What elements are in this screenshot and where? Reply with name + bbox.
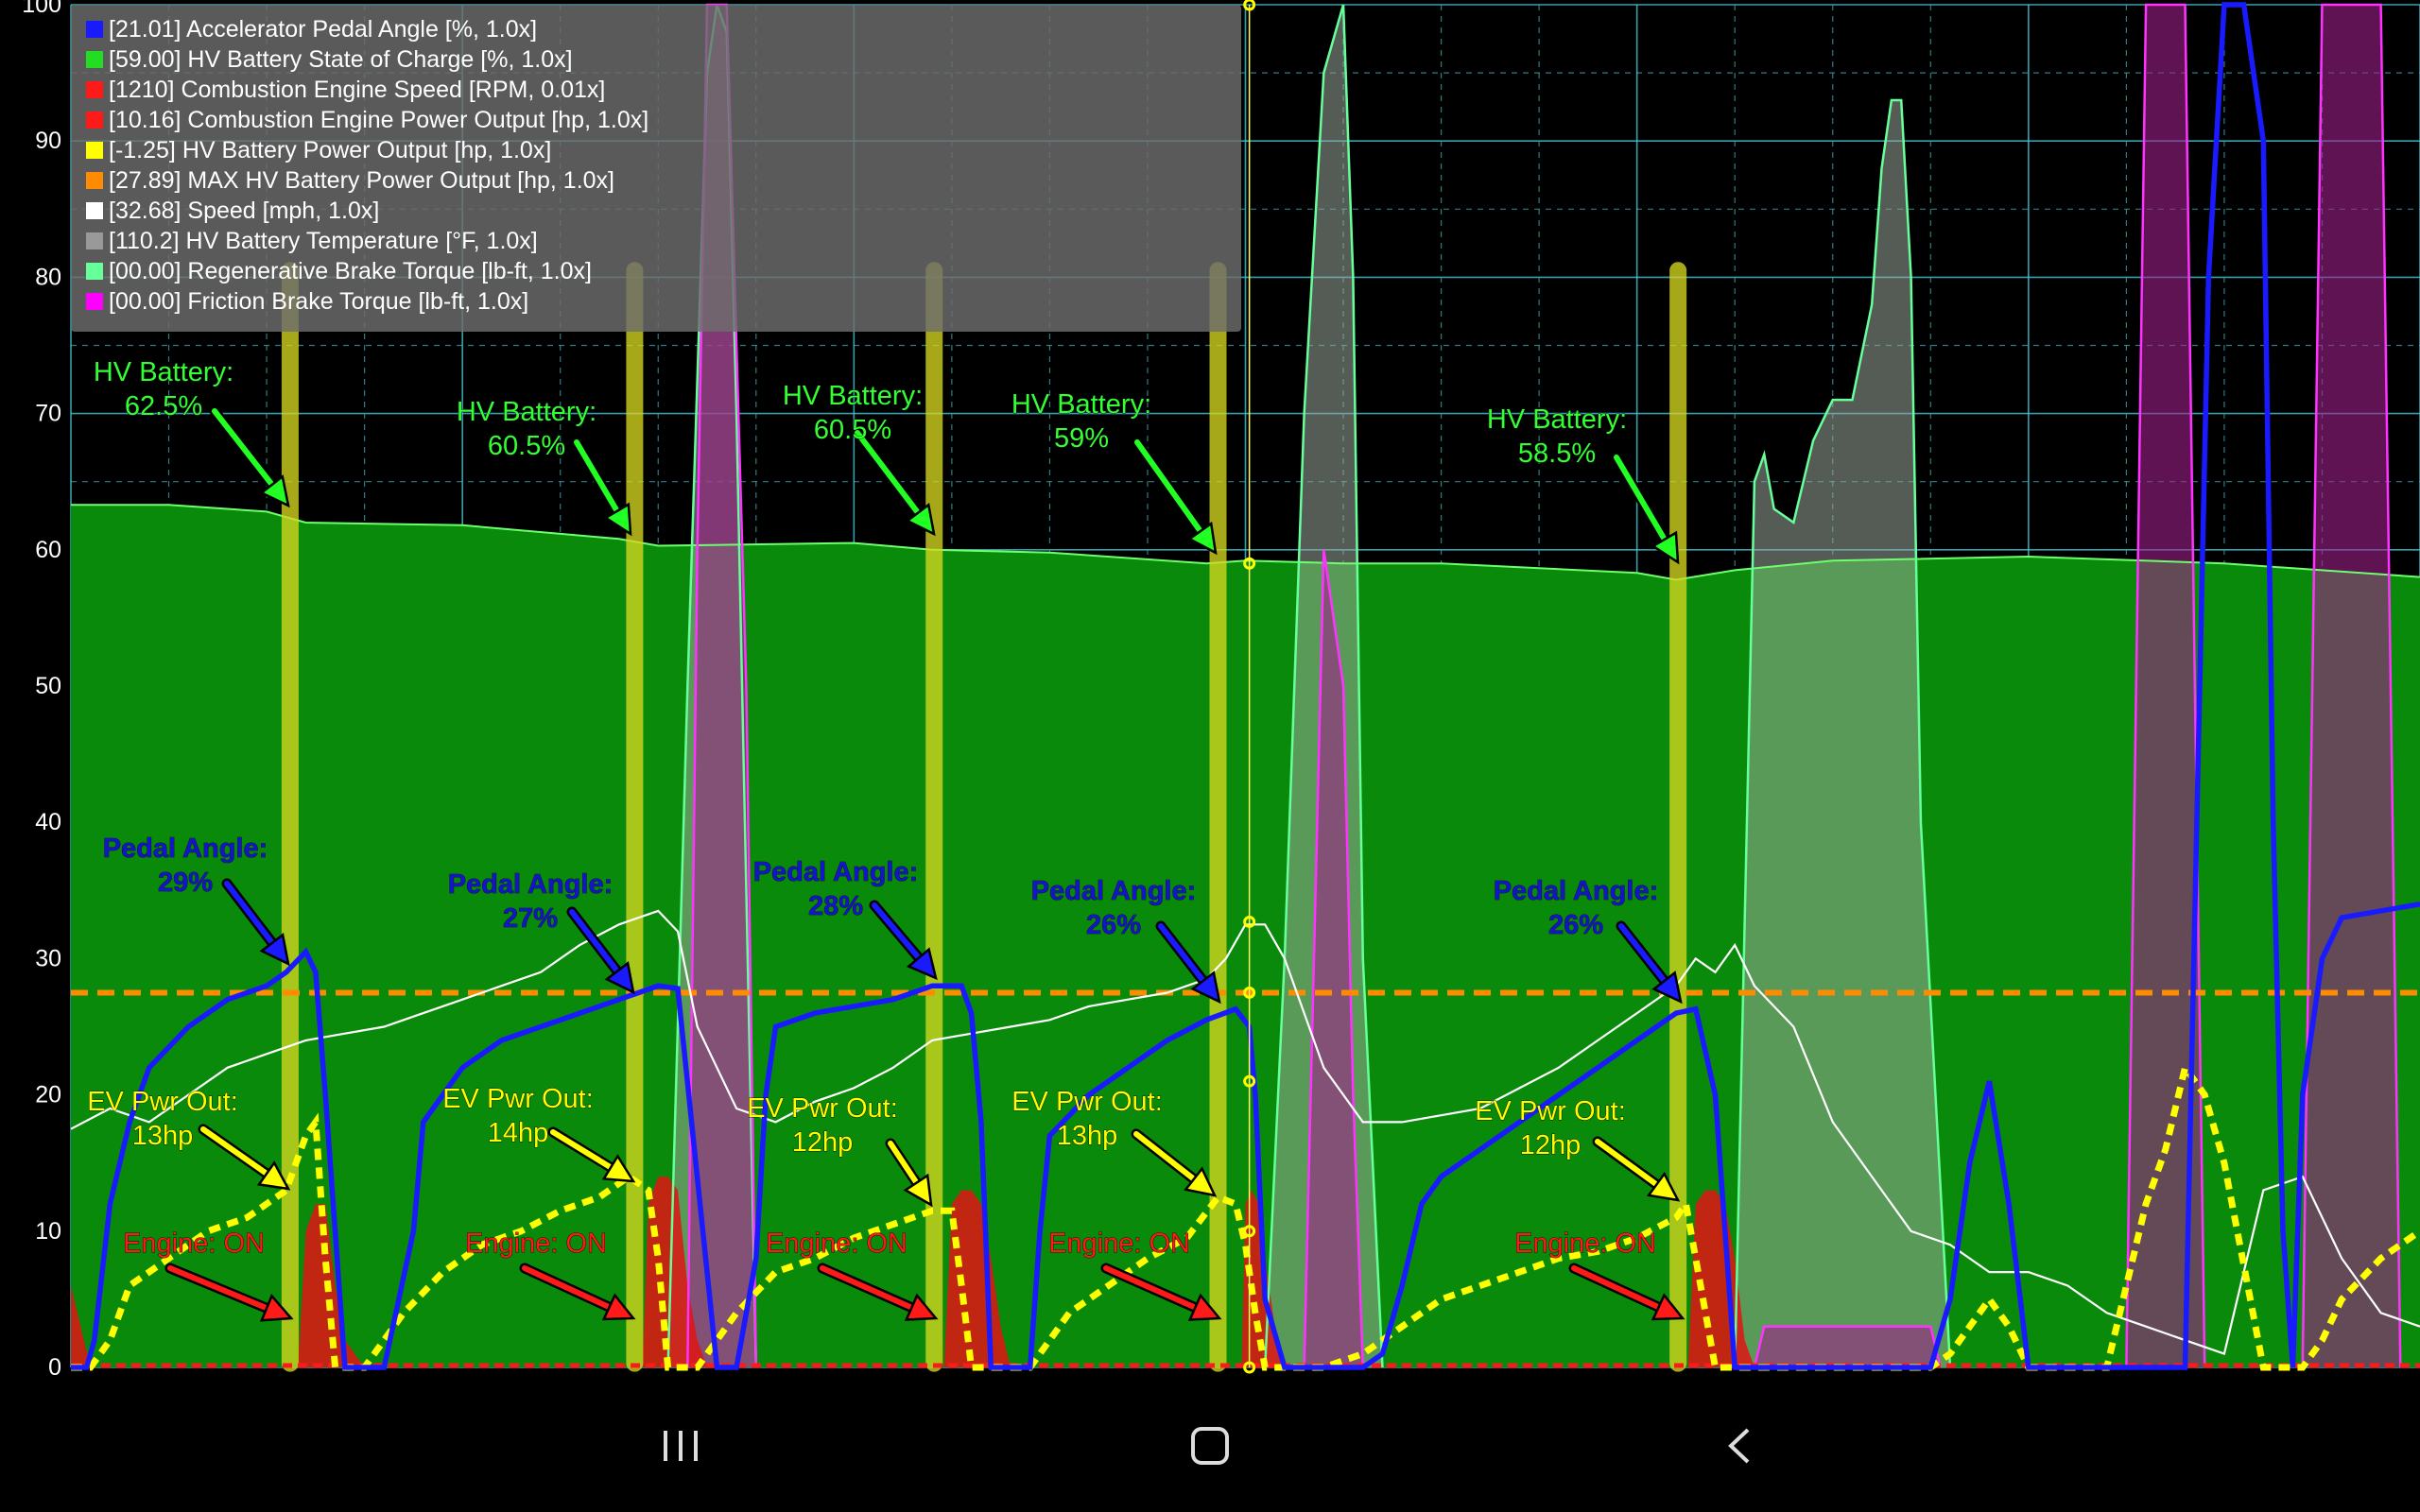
- legend-swatch: [86, 202, 103, 219]
- annotation-label-engine: Engine: ON: [1048, 1228, 1190, 1259]
- legend-label: [21.01] Accelerator Pedal Angle [%, 1.0x…: [109, 16, 537, 43]
- legend-swatch: [86, 232, 103, 249]
- annotation-label-pedal: Pedal Angle:: [1031, 876, 1197, 906]
- legend-swatch: [86, 51, 103, 68]
- y-tick-label: 0: [48, 1354, 61, 1381]
- legend-label: [00.00] Regenerative Brake Torque [lb-ft…: [109, 258, 592, 284]
- y-tick-label: 70: [35, 401, 61, 427]
- legend-label: [-1.25] HV Battery Power Output [hp, 1.0…: [109, 137, 551, 163]
- legend-label: [59.00] HV Battery State of Charge [%, 1…: [109, 46, 573, 73]
- legend-swatch: [86, 263, 103, 280]
- legend: [21.01] Accelerator Pedal Angle [%, 1.0x…: [71, 5, 1241, 332]
- telemetry-chart[interactable]: 010203040506070809010002:59:2002:59:4003…: [0, 0, 2420, 1512]
- annotation-label-ev: 12hp: [792, 1127, 854, 1158]
- legend-swatch: [86, 142, 103, 159]
- legend-label: [10.16] Combustion Engine Power Output […: [109, 107, 648, 133]
- annotation-label-pedal: 27%: [503, 903, 558, 934]
- y-tick-label: 10: [35, 1218, 61, 1245]
- back-icon: [1728, 1428, 1750, 1464]
- annotation-label-pedal: Pedal Angle:: [753, 857, 919, 887]
- home-icon: [1191, 1427, 1229, 1465]
- annotation-label-ev: 12hp: [1520, 1130, 1582, 1160]
- y-tick-label: 50: [35, 673, 61, 699]
- annotation-label-pedal: 26%: [1548, 910, 1603, 940]
- annotation-label-engine: Engine: ON: [766, 1228, 908, 1259]
- annotation-label-pedal: Pedal Angle:: [448, 869, 614, 900]
- legend-swatch: [86, 81, 103, 98]
- annotation-label-battery: 58.5%: [1518, 438, 1596, 469]
- legend-label: [32.68] Speed [mph, 1.0x]: [109, 198, 379, 224]
- legend-swatch: [86, 172, 103, 189]
- y-tick-label: 40: [35, 809, 61, 835]
- annotation-label-pedal: 29%: [158, 868, 213, 898]
- y-tick-label: 90: [35, 128, 61, 154]
- annotation-label-ev: EV Pwr Out:: [1011, 1087, 1163, 1117]
- legend-swatch: [86, 21, 103, 38]
- annotation-label-pedal: 26%: [1086, 910, 1141, 940]
- friction-brake-area: [1754, 1326, 1941, 1367]
- annotation-label-pedal: Pedal Angle:: [1494, 876, 1659, 906]
- annotation-label-battery: HV Battery:: [1487, 404, 1627, 435]
- annotation-label-ev: EV Pwr Out:: [1475, 1096, 1626, 1126]
- y-tick-label: 80: [35, 264, 61, 290]
- annotation-label-ev: EV Pwr Out:: [442, 1084, 594, 1114]
- annotation-label-battery: HV Battery:: [457, 397, 596, 427]
- annotation-label-battery: 60.5%: [814, 415, 891, 445]
- y-tick-label: 30: [35, 945, 61, 971]
- legend-label: [27.89] MAX HV Battery Power Output [hp,…: [109, 167, 614, 194]
- legend-swatch: [86, 112, 103, 129]
- annotation-label-battery: HV Battery:: [94, 357, 233, 387]
- annotation-label-ev: EV Pwr Out:: [747, 1093, 898, 1124]
- annotation-label-engine: Engine: ON: [1514, 1228, 1656, 1259]
- recents-icon: [664, 1431, 698, 1461]
- android-navigation-bar: [0, 1380, 2420, 1512]
- annotation-label-battery: 60.5%: [488, 431, 565, 461]
- annotation-label-battery: HV Battery:: [1011, 389, 1151, 420]
- recents-button[interactable]: [416, 1399, 945, 1493]
- annotation-label-pedal: 28%: [808, 891, 863, 921]
- y-tick-label: 60: [35, 537, 61, 563]
- annotation-label-engine: Engine: ON: [465, 1228, 607, 1259]
- y-tick-label: 100: [22, 0, 61, 18]
- y-tick-label: 20: [35, 1082, 61, 1108]
- annotation-label-battery: HV Battery:: [783, 381, 923, 411]
- annotation-label-ev: EV Pwr Out:: [87, 1087, 238, 1117]
- annotation-label-ev: 14hp: [488, 1118, 549, 1148]
- annotation-label-ev: 13hp: [132, 1121, 194, 1151]
- annotation-label-battery: 62.5%: [125, 391, 202, 421]
- annotation-label-pedal: Pedal Angle:: [103, 833, 268, 864]
- annotation-label-battery: 59%: [1054, 423, 1109, 454]
- home-button[interactable]: [945, 1399, 1475, 1493]
- legend-swatch: [86, 293, 103, 310]
- annotation-label-ev: 13hp: [1057, 1121, 1118, 1151]
- legend-label: [110.2] HV Battery Temperature [°F, 1.0x…: [109, 228, 538, 254]
- annotation-label-engine: Engine: ON: [123, 1228, 265, 1259]
- legend-label: [1210] Combustion Engine Speed [RPM, 0.0…: [109, 77, 605, 103]
- back-button[interactable]: [1475, 1399, 2004, 1493]
- legend-label: [00.00] Friction Brake Torque [lb-ft, 1.…: [109, 288, 528, 315]
